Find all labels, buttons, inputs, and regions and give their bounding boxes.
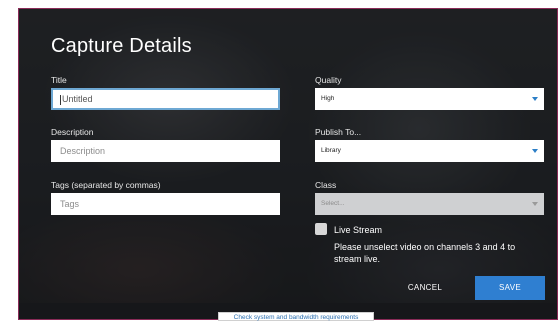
text-caret (60, 94, 61, 105)
tags-label: Tags (separated by commas) (51, 180, 161, 190)
publish-to-select-value: Library (321, 147, 341, 154)
chevron-down-icon (532, 97, 538, 101)
tags-input[interactable]: Tags (51, 193, 280, 215)
chevron-down-icon (532, 149, 538, 153)
class-select-placeholder: Select... (321, 200, 345, 207)
quality-select-value: High (321, 95, 335, 102)
save-button[interactable]: SAVE (475, 276, 545, 300)
title-input[interactable]: Untitled (51, 88, 280, 110)
live-stream-note: Please unselect video on channels 3 and … (334, 242, 516, 264)
class-label: Class (315, 180, 337, 190)
live-stream-checkbox[interactable] (315, 223, 327, 235)
title-label: Title (51, 75, 67, 85)
chevron-down-icon (532, 202, 538, 206)
publish-to-label: Publish To... (315, 127, 362, 137)
dialog-title: Capture Details (51, 35, 192, 57)
publish-to-select[interactable]: Library (315, 140, 544, 162)
live-stream-label[interactable]: Live Stream (334, 225, 382, 235)
title-input-value: Untitled (62, 94, 93, 104)
capture-details-dialog: Capture Details Title Untitled Descripti… (18, 8, 558, 320)
quality-select[interactable]: High (315, 88, 544, 110)
description-input[interactable]: Description (51, 140, 280, 162)
description-label: Description (51, 127, 94, 137)
cancel-button[interactable]: CANCEL (395, 276, 455, 300)
class-select[interactable]: Select... (315, 193, 544, 215)
quality-label: Quality (315, 75, 342, 85)
